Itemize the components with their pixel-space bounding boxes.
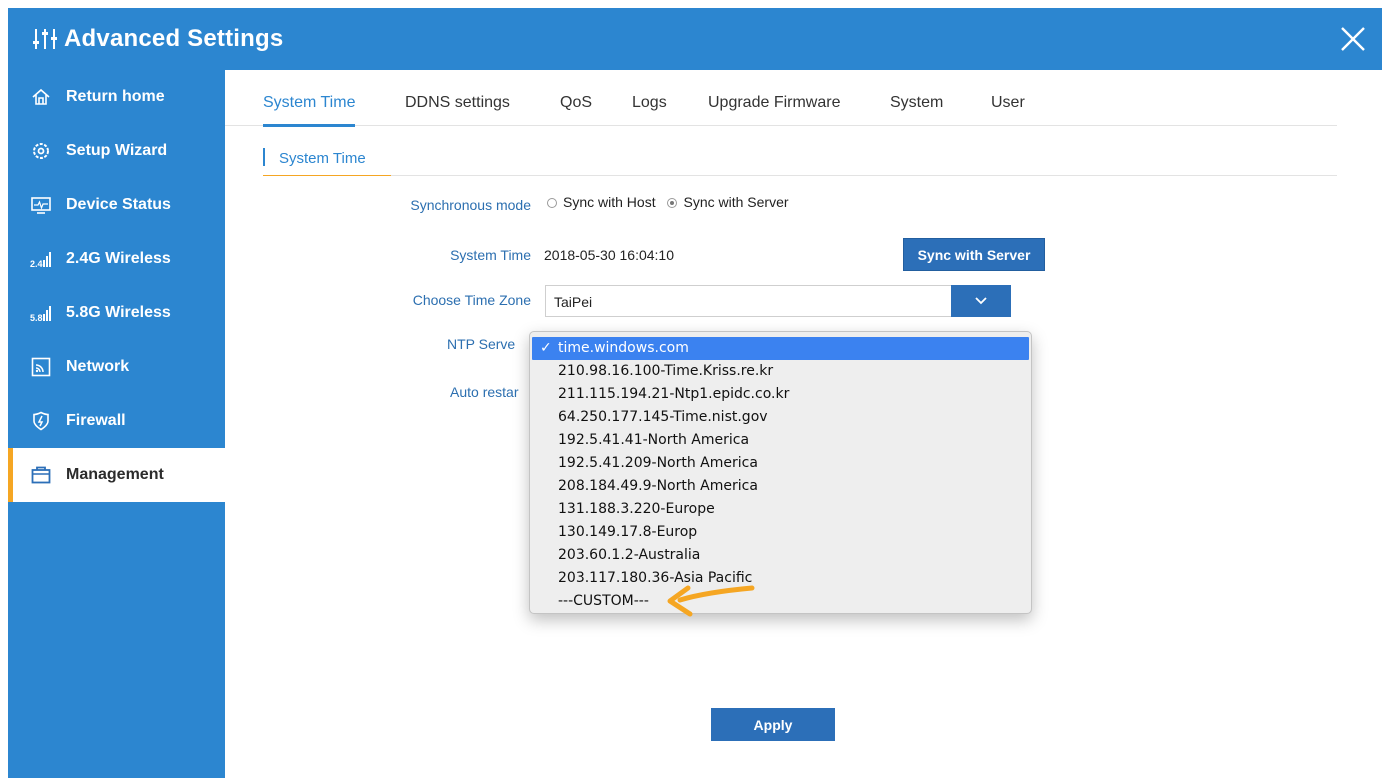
ntp-option-custom[interactable]: ---CUSTOM---: [530, 590, 1031, 613]
sidebar-item-label: Firewall: [66, 412, 126, 429]
svg-text:2.4: 2.4: [30, 259, 43, 268]
option-label: 203.60.1.2-Australia: [558, 547, 701, 563]
tab-ddns-settings[interactable]: DDNS settings: [405, 94, 510, 112]
section-accent-line: [263, 175, 391, 176]
home-icon: [30, 86, 52, 108]
ntp-option[interactable]: 203.60.1.2-Australia: [530, 544, 1031, 567]
ntp-option[interactable]: 203.117.180.36-Asia Pacific: [530, 567, 1031, 590]
tab-label: System: [890, 94, 944, 111]
sync-with-server-option[interactable]: Sync with Server: [667, 194, 789, 210]
tab-label: DDNS settings: [405, 94, 510, 111]
option-label: 210.98.16.100-Time.Kriss.re.kr: [558, 363, 774, 379]
tab-label: Logs: [632, 94, 667, 111]
tab-qos[interactable]: QoS: [560, 94, 592, 112]
auto-restart-label: Auto restar: [450, 384, 519, 400]
tab-label: Upgrade Firmware: [708, 94, 841, 111]
sidebar-item-return-home[interactable]: Return home: [8, 70, 225, 124]
timezone-label: Choose Time Zone: [412, 292, 531, 308]
ntp-option[interactable]: 130.149.17.8-Europ: [530, 521, 1031, 544]
tab-active-indicator: [263, 124, 356, 127]
option-label: 192.5.41.209-North America: [558, 455, 758, 471]
ntp-option[interactable]: 210.98.16.100-Time.Kriss.re.kr: [530, 360, 1031, 383]
radio-sync-server[interactable]: [667, 198, 678, 209]
tab-upgrade-firmware[interactable]: Upgrade Firmware: [708, 94, 840, 112]
signal-24g-icon: 2.4: [30, 248, 52, 270]
svg-text:5.8: 5.8: [30, 313, 43, 322]
sync-with-host-option[interactable]: Sync with Host: [547, 194, 656, 210]
header-bar: Advanced Settings: [8, 8, 1382, 70]
ntp-option-selected[interactable]: ✓ time.windows.com: [532, 337, 1029, 360]
sidebar-item-24g-wireless[interactable]: 2.4 2.4G Wireless: [8, 232, 225, 286]
option-label: time.windows.com: [558, 340, 689, 356]
page-title: Advanced Settings: [64, 25, 284, 52]
tab-system[interactable]: System: [890, 94, 943, 112]
monitor-icon: [30, 194, 52, 216]
option-label: 130.149.17.8-Europ: [558, 524, 698, 540]
option-label: 203.117.180.36-Asia Pacific: [558, 570, 753, 586]
ntp-server-label: NTP Serve: [447, 336, 516, 352]
sidebar-item-device-status[interactable]: Device Status: [8, 178, 225, 232]
sidebar-item-label: 2.4G Wireless: [66, 250, 171, 267]
sidebar-item-58g-wireless[interactable]: 5.8 5.8G Wireless: [8, 286, 225, 340]
tab-bar: System Time DDNS settings QoS Logs Upgra…: [225, 70, 1337, 127]
button-label: Sync with Server: [917, 246, 1031, 263]
button-label: Apply: [753, 716, 793, 733]
tab-logs[interactable]: Logs: [632, 94, 667, 112]
option-label: 64.250.177.145-Time.nist.gov: [558, 409, 768, 425]
checkmark-icon: ✓: [540, 340, 552, 356]
sidebar: Return home Setup Wizard Device Status 2…: [8, 70, 225, 778]
option-label: 192.5.41.41-North America: [558, 432, 750, 448]
sidebar-item-label: Setup Wizard: [66, 142, 168, 159]
sidebar-item-label: Return home: [66, 88, 165, 105]
chevron-down-icon: [975, 297, 987, 305]
briefcase-icon: [30, 464, 52, 486]
shield-icon: [30, 410, 52, 432]
tab-label: QoS: [560, 94, 593, 111]
timezone-dropdown-button[interactable]: [951, 285, 1011, 317]
sync-with-server-button[interactable]: Sync with Server: [903, 238, 1045, 271]
ntp-option[interactable]: 192.5.41.41-North America: [530, 429, 1031, 452]
radio-sync-host[interactable]: [547, 198, 557, 209]
sync-server-label: Sync with Server: [683, 194, 789, 210]
ntp-option[interactable]: 131.188.3.220-Europe: [530, 498, 1031, 521]
ntp-option[interactable]: 208.184.49.9-North America: [530, 475, 1031, 498]
option-label: 131.188.3.220-Europe: [558, 501, 715, 517]
ntp-option[interactable]: 64.250.177.145-Time.nist.gov: [530, 406, 1031, 429]
tab-label: System Time: [263, 94, 356, 111]
tab-user[interactable]: User: [991, 94, 1025, 112]
signal-58g-icon: 5.8: [30, 302, 52, 324]
option-label: ---CUSTOM---: [558, 593, 649, 609]
timezone-select[interactable]: TaiPei: [545, 285, 1011, 317]
section-header: System Time: [263, 146, 1337, 176]
sidebar-item-firewall[interactable]: Firewall: [8, 394, 225, 448]
system-time-value: 2018-05-30 16:04:10: [544, 247, 674, 263]
tab-system-time[interactable]: System Time: [263, 94, 356, 127]
gear-icon: [30, 140, 52, 162]
section-bar: [263, 148, 265, 166]
system-time-label: System Time: [450, 247, 531, 263]
sidebar-item-label: Management: [66, 466, 164, 483]
section-title: System Time: [279, 150, 366, 167]
sync-mode-label: Synchronous mode: [410, 197, 531, 213]
tab-label: User: [991, 94, 1025, 111]
ntp-option[interactable]: 192.5.41.209-North America: [530, 452, 1031, 475]
sidebar-item-management[interactable]: Management: [8, 448, 225, 502]
ntp-server-dropdown-list[interactable]: ✓ time.windows.com 210.98.16.100-Time.Kr…: [529, 331, 1032, 614]
sidebar-item-network[interactable]: Network: [8, 340, 225, 394]
apply-button[interactable]: Apply: [711, 708, 835, 741]
sidebar-item-label: 5.8G Wireless: [66, 304, 171, 321]
timezone-value: TaiPei: [554, 294, 593, 310]
sync-mode-radio-group: Sync with Host Sync with Server: [547, 194, 789, 210]
sidebar-item-label: Device Status: [66, 196, 171, 213]
settings-sliders-icon: [33, 29, 57, 49]
option-label: 208.184.49.9-North America: [558, 478, 758, 494]
sidebar-item-label: Network: [66, 358, 130, 375]
sync-host-label: Sync with Host: [563, 194, 656, 210]
close-icon[interactable]: [1336, 22, 1370, 56]
sidebar-item-setup-wizard[interactable]: Setup Wizard: [8, 124, 225, 178]
option-label: 211.115.194.21-Ntp1.epidc.co.kr: [558, 386, 790, 402]
ntp-option[interactable]: 211.115.194.21-Ntp1.epidc.co.kr: [530, 383, 1031, 406]
network-icon: [30, 356, 52, 378]
